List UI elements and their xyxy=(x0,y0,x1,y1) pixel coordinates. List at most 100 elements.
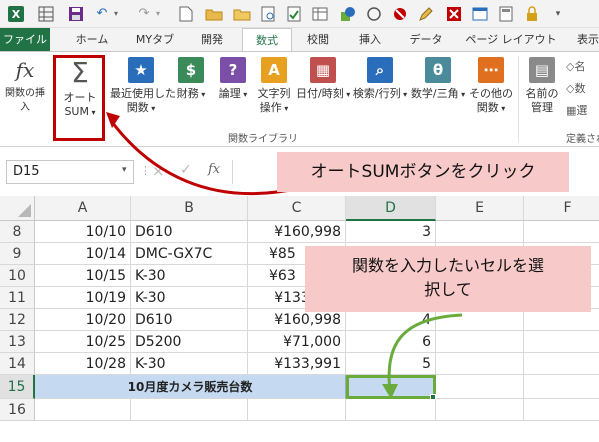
insert-function-button[interactable]: fx 関数の挿入 xyxy=(2,55,48,129)
row-header[interactable]: 8 xyxy=(0,221,35,243)
tab-review[interactable]: 校閲 xyxy=(296,28,340,51)
define-name-button[interactable]: ◇名 xyxy=(566,58,585,74)
circle-icon[interactable] xyxy=(364,4,384,24)
new-file-icon[interactable] xyxy=(176,4,196,24)
cell-price[interactable]: ¥133,991 xyxy=(248,353,346,375)
qat-customize-icon[interactable]: ▾ xyxy=(548,4,568,24)
cell-quantity[interactable]: 5 xyxy=(346,353,436,375)
cell-price[interactable]: ¥160,998 xyxy=(248,309,346,331)
close-window-icon[interactable] xyxy=(444,4,464,24)
cell-empty[interactable] xyxy=(524,309,599,331)
cell-price[interactable]: ¥71,000 xyxy=(248,331,346,353)
tab-my-tab[interactable]: MYタブ xyxy=(126,28,184,51)
shapes-icon[interactable] xyxy=(338,4,358,24)
undo-dropdown-icon[interactable]: ▾ xyxy=(106,4,126,24)
lock-icon[interactable] xyxy=(522,4,542,24)
cell-empty[interactable] xyxy=(436,331,524,353)
tab-formulas[interactable]: 数式 xyxy=(242,28,292,52)
cell-price[interactable]: ¥160,998 xyxy=(248,221,346,243)
calculator-icon[interactable] xyxy=(496,4,516,24)
row-header[interactable]: 13 xyxy=(0,331,35,353)
cancel-edit-icon[interactable]: × xyxy=(152,162,165,180)
cell-date[interactable]: 10/15 xyxy=(35,265,131,287)
cell-empty[interactable] xyxy=(524,221,599,243)
cell-empty[interactable] xyxy=(346,399,436,421)
cell-model[interactable]: D610 xyxy=(131,221,248,243)
cell-model[interactable]: DMC-GX7C xyxy=(131,243,248,265)
cell-empty[interactable] xyxy=(131,399,248,421)
financial-button[interactable]: $ 財務 ▾ xyxy=(172,55,210,129)
cell-empty[interactable] xyxy=(524,353,599,375)
cell-empty[interactable] xyxy=(524,375,599,399)
cell-date[interactable]: 10/19 xyxy=(35,287,131,309)
cell-empty[interactable] xyxy=(436,309,524,331)
cell-quantity[interactable]: 3 xyxy=(346,221,436,243)
row-header[interactable]: 11 xyxy=(0,287,35,309)
tab-insert[interactable]: 挿入 xyxy=(348,28,392,51)
row-header[interactable]: 16 xyxy=(0,399,35,421)
active-cell-d15[interactable] xyxy=(346,375,436,399)
total-label-cell[interactable]: 10月度カメラ販売台数 xyxy=(35,375,346,399)
redo-dropdown-icon[interactable]: ▾ xyxy=(148,4,168,24)
recently-used-button[interactable]: ★ 最近使用した 関数 ▾ xyxy=(110,55,176,129)
insert-function-icon[interactable]: fx xyxy=(208,162,220,177)
tab-view[interactable]: 表示 xyxy=(568,28,599,51)
logical-button[interactable]: ? 論理 ▾ xyxy=(214,55,252,129)
tab-file[interactable]: ファイル xyxy=(0,28,50,51)
cell-date[interactable]: 10/14 xyxy=(35,243,131,265)
tab-page-layout[interactable]: ページ レイアウト xyxy=(460,28,562,51)
row-header-selected[interactable]: 15 xyxy=(0,375,35,399)
tab-developer[interactable]: 開発 xyxy=(190,28,234,51)
print-preview-icon[interactable] xyxy=(258,4,278,24)
cell-model[interactable]: K-30 xyxy=(131,287,248,309)
column-header-e[interactable]: E xyxy=(436,196,524,221)
tab-home[interactable]: ホーム xyxy=(62,28,122,51)
column-header-a[interactable]: A xyxy=(35,196,131,221)
save-icon[interactable] xyxy=(66,4,86,24)
cell-date[interactable]: 10/20 xyxy=(35,309,131,331)
folder-icon[interactable] xyxy=(232,4,252,24)
select-all-corner[interactable] xyxy=(0,196,35,221)
cell-empty[interactable] xyxy=(436,353,524,375)
row-header[interactable]: 12 xyxy=(0,309,35,331)
cell-empty[interactable] xyxy=(524,331,599,353)
column-header-b[interactable]: B xyxy=(131,196,248,221)
cell-empty[interactable] xyxy=(436,399,524,421)
spelling-icon[interactable] xyxy=(284,4,304,24)
no-entry-icon[interactable] xyxy=(390,4,410,24)
cell-date[interactable]: 10/28 xyxy=(35,353,131,375)
cell-quantity[interactable]: 6 xyxy=(346,331,436,353)
cell-quantity[interactable]: 4 xyxy=(346,309,436,331)
name-box-dropdown-icon[interactable]: ▾ xyxy=(122,165,127,175)
cell-empty[interactable] xyxy=(524,399,599,421)
grid-icon[interactable] xyxy=(36,4,56,24)
more-functions-button[interactable]: ⋯ その他の 関数 ▾ xyxy=(468,55,514,129)
cell-date[interactable]: 10/25 xyxy=(35,331,131,353)
row-header[interactable]: 14 xyxy=(0,353,35,375)
confirm-edit-icon[interactable]: ✓ xyxy=(180,162,192,178)
window-icon[interactable] xyxy=(470,4,490,24)
cell-date[interactable]: 10/10 xyxy=(35,221,131,243)
datetime-button[interactable]: ▦ 日付/時刻 ▾ xyxy=(296,55,350,129)
create-from-selection-button[interactable]: ▦選 xyxy=(566,102,587,118)
cell-model[interactable]: K-30 xyxy=(131,353,248,375)
cell-model[interactable]: D5200 xyxy=(131,331,248,353)
row-header[interactable]: 10 xyxy=(0,265,35,287)
column-header-f[interactable]: F xyxy=(524,196,599,221)
column-header-c[interactable]: C xyxy=(248,196,346,221)
column-header-d[interactable]: D xyxy=(346,196,436,221)
cell-empty[interactable] xyxy=(436,221,524,243)
tab-data[interactable]: データ xyxy=(400,28,452,51)
use-in-formula-button[interactable]: ◇数 xyxy=(566,80,585,96)
cell-empty[interactable] xyxy=(248,399,346,421)
table-icon[interactable] xyxy=(310,4,330,24)
cell-empty[interactable] xyxy=(436,375,524,399)
edit-icon[interactable] xyxy=(416,4,436,24)
name-manager-button[interactable]: ▤ 名前の 管理 xyxy=(522,55,562,129)
open-folder-icon[interactable] xyxy=(204,4,224,24)
row-header[interactable]: 9 xyxy=(0,243,35,265)
lookup-button[interactable]: ⌕ 検索/行列 ▾ xyxy=(352,55,408,129)
name-box[interactable]: D15 xyxy=(6,160,134,184)
cell-model[interactable]: K-30 xyxy=(131,265,248,287)
cell-model[interactable]: D610 xyxy=(131,309,248,331)
